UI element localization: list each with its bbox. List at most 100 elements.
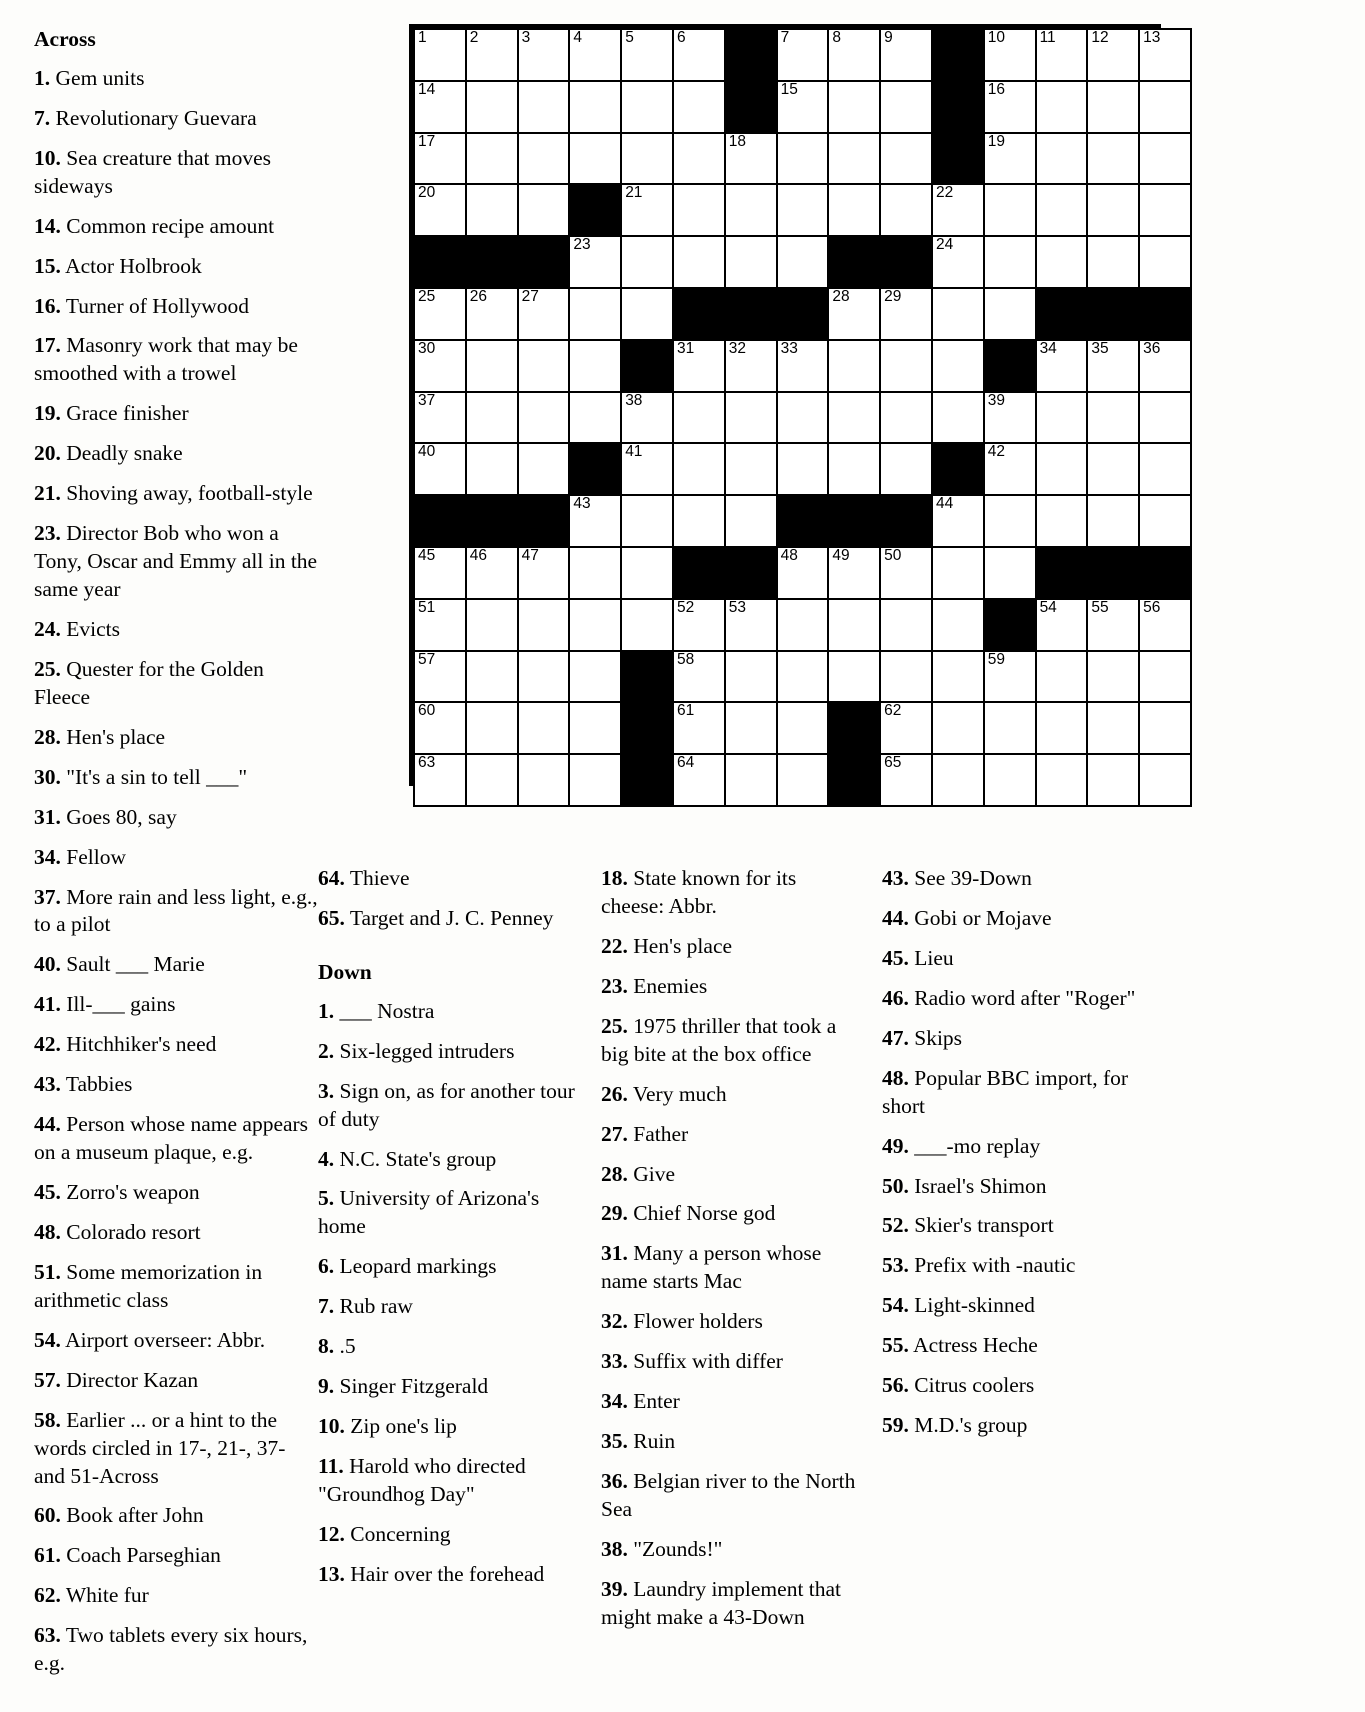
clue-across-17[interactable]: 17. Masonry work that may be smoothed wi…	[34, 332, 319, 388]
grid-cell[interactable]	[982, 545, 1037, 600]
grid-cell[interactable]: 50	[879, 545, 933, 600]
grid-cell[interactable]: 2	[464, 28, 519, 82]
grid-cell[interactable]	[516, 597, 571, 652]
grid-cell[interactable]	[879, 442, 933, 497]
clue-down-29[interactable]: 29. Chief Norse god	[601, 1200, 863, 1228]
grid-cell[interactable]	[1086, 649, 1141, 704]
grid-cell[interactable]: 30	[413, 338, 467, 393]
grid-cell[interactable]	[464, 183, 519, 238]
grid-cell[interactable]	[775, 131, 830, 186]
grid-cell[interactable]	[982, 494, 1037, 548]
grid-cell[interactable]	[1086, 183, 1141, 238]
grid-cell[interactable]	[1138, 131, 1192, 186]
clue-down-48[interactable]: 48. Popular BBC import, for short	[882, 1065, 1144, 1121]
grid-cell[interactable]	[1034, 131, 1089, 186]
grid-cell[interactable]	[879, 79, 933, 134]
grid-cell[interactable]: 15	[775, 79, 830, 134]
crossword-grid[interactable]: 1 2 3 4 5 6 7 8 9 10 11 12 13 14 15 16 17 18 19 20 21 22 23 24 2…	[409, 24, 1192, 807]
grid-cell[interactable]	[620, 545, 674, 600]
grid-cell[interactable]: 51	[413, 597, 467, 652]
grid-cell[interactable]: 21	[620, 183, 674, 238]
grid-cell[interactable]	[775, 753, 830, 807]
grid-cell[interactable]: 7	[775, 28, 830, 82]
grid-cell[interactable]	[930, 545, 985, 600]
grid-cell[interactable]	[827, 597, 882, 652]
clue-down-28[interactable]: 28. Give	[601, 1161, 863, 1189]
grid-cell[interactable]	[775, 701, 830, 756]
grid-cell[interactable]	[620, 235, 674, 289]
clue-down-27[interactable]: 27. Father	[601, 1121, 863, 1149]
clue-across-15[interactable]: 15. Actor Holbrook	[34, 253, 319, 281]
grid-cell[interactable]: 16	[982, 79, 1037, 134]
grid-cell[interactable]	[1138, 79, 1192, 134]
grid-cell[interactable]	[982, 286, 1037, 341]
grid-cell[interactable]: 34	[1034, 338, 1089, 393]
clue-down-52[interactable]: 52. Skier's transport	[882, 1212, 1144, 1240]
clue-down-49[interactable]: 49. ___-mo replay	[882, 1133, 1144, 1161]
grid-cell[interactable]: 46	[464, 545, 519, 600]
grid-cell[interactable]	[568, 545, 623, 600]
grid-cell[interactable]: 8	[827, 28, 882, 82]
clue-down-39[interactable]: 39. Laundry implement that might make a …	[601, 1576, 863, 1632]
grid-cell[interactable]	[671, 183, 726, 238]
grid-cell[interactable]: 42	[982, 442, 1037, 497]
grid-cell[interactable]: 12	[1086, 28, 1141, 82]
clue-down-32[interactable]: 32. Flower holders	[601, 1308, 863, 1336]
grid-cell[interactable]	[568, 597, 623, 652]
grid-cell[interactable]	[516, 753, 571, 807]
grid-cell[interactable]: 61	[671, 701, 726, 756]
grid-cell[interactable]	[464, 131, 519, 186]
grid-cell[interactable]	[879, 649, 933, 704]
grid-cell[interactable]: 29	[879, 286, 933, 341]
clue-down-10[interactable]: 10. Zip one's lip	[318, 1413, 580, 1441]
grid-cell[interactable]	[1034, 183, 1089, 238]
clue-across-20[interactable]: 20. Deadly snake	[34, 440, 319, 468]
grid-cell[interactable]: 56	[1138, 597, 1192, 652]
grid-cell[interactable]: 41	[620, 442, 674, 497]
clue-across-64[interactable]: 64. Thieve	[318, 865, 580, 893]
clue-across-31[interactable]: 31. Goes 80, say	[34, 804, 319, 832]
grid-cell[interactable]	[671, 494, 726, 548]
grid-cell[interactable]	[1138, 701, 1192, 756]
grid-cell[interactable]	[723, 701, 778, 756]
grid-cell[interactable]	[775, 183, 830, 238]
clue-down-1[interactable]: 1. ___ Nostra	[318, 998, 580, 1026]
grid-cell[interactable]: 32	[723, 338, 778, 393]
grid-cell[interactable]	[1086, 235, 1141, 289]
grid-cell[interactable]	[723, 235, 778, 289]
grid-cell[interactable]: 1	[413, 28, 467, 82]
grid-cell[interactable]	[516, 442, 571, 497]
grid-cell[interactable]	[516, 338, 571, 393]
clue-across-25[interactable]: 25. Quester for the Golden Fleece	[34, 656, 319, 712]
grid-cell[interactable]	[775, 390, 830, 445]
grid-cell[interactable]: 62	[879, 701, 933, 756]
grid-cell[interactable]: 23	[568, 235, 623, 289]
clue-down-11[interactable]: 11. Harold who directed "Groundhog Day"	[318, 1453, 580, 1509]
clue-down-53[interactable]: 53. Prefix with -nautic	[882, 1252, 1144, 1280]
grid-cell[interactable]: 38	[620, 390, 674, 445]
clue-down-31[interactable]: 31. Many a person whose name starts Mac	[601, 1240, 863, 1296]
grid-cell[interactable]: 65	[879, 753, 933, 807]
clue-across-19[interactable]: 19. Grace finisher	[34, 400, 319, 428]
grid-cell[interactable]	[879, 131, 933, 186]
grid-cell[interactable]	[879, 390, 933, 445]
grid-cell[interactable]	[516, 79, 571, 134]
clue-down-7[interactable]: 7. Rub raw	[318, 1293, 580, 1321]
clue-down-12[interactable]: 12. Concerning	[318, 1521, 580, 1549]
clue-down-2[interactable]: 2. Six-legged intruders	[318, 1038, 580, 1066]
clue-down-8[interactable]: 8. .5	[318, 1333, 580, 1361]
clue-down-43[interactable]: 43. See 39-Down	[882, 865, 1144, 893]
grid-cell[interactable]: 31	[671, 338, 726, 393]
clue-down-56[interactable]: 56. Citrus coolers	[882, 1372, 1144, 1400]
grid-cell[interactable]	[879, 183, 933, 238]
grid-cell[interactable]	[568, 649, 623, 704]
grid-cell[interactable]	[982, 183, 1037, 238]
grid-cell[interactable]	[464, 649, 519, 704]
grid-cell[interactable]	[723, 390, 778, 445]
grid-cell[interactable]	[568, 286, 623, 341]
grid-cell[interactable]: 24	[930, 235, 985, 289]
grid-cell[interactable]: 14	[413, 79, 467, 134]
clue-across-7[interactable]: 7. Revolutionary Guevara	[34, 105, 319, 133]
grid-cell[interactable]	[930, 286, 985, 341]
clue-down-35[interactable]: 35. Ruin	[601, 1428, 863, 1456]
